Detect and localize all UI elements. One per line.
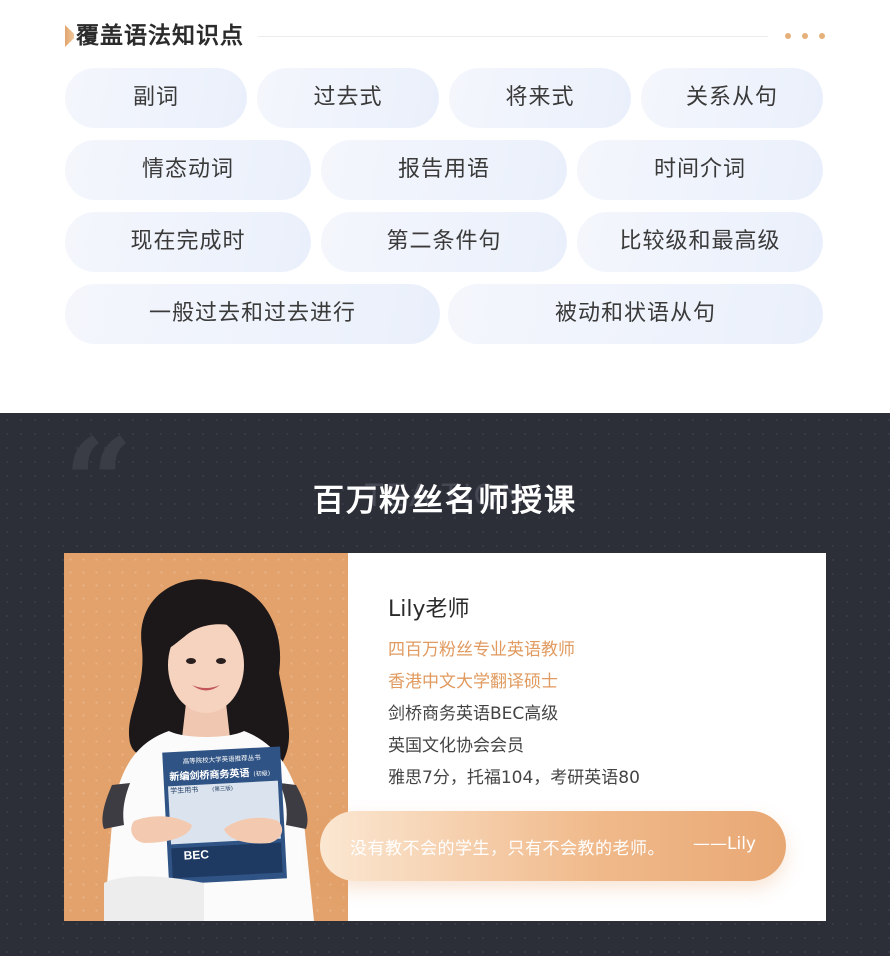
grammar-tag[interactable]: 现在完成时 <box>65 212 311 272</box>
teacher-credential: 英国文化协会会员 <box>388 736 524 756</box>
grammar-tag[interactable]: 将来式 <box>449 68 631 128</box>
teacher-highlight: 四百万粉丝专业英语教师 <box>388 640 575 660</box>
book-badge: BEC <box>183 847 209 862</box>
grammar-section: 覆盖语法知识点 副词 过去式 将来式 关系从句 情态动词 报告用语 时间介词 现… <box>0 0 890 413</box>
teacher-credential: 剑桥商务英语BEC高级 <box>388 704 559 724</box>
section-marker-icon <box>65 25 74 47</box>
section-header: 覆盖语法知识点 <box>65 22 825 50</box>
grammar-tag[interactable]: 过去式 <box>257 68 439 128</box>
section-divider <box>258 36 768 37</box>
book-level: (初级) <box>253 769 270 778</box>
teacher-name: Lily老师 <box>388 597 470 622</box>
grammar-tag[interactable]: 第二条件句 <box>321 212 567 272</box>
teacher-credential: 雅思7分，托福104，考研英语80 <box>388 768 640 788</box>
teacher-section-title: 百万粉丝名师授课 <box>313 483 577 519</box>
grammar-tag[interactable]: 关系从句 <box>641 68 823 128</box>
grammar-tag[interactable]: 被动和状语从句 <box>448 284 823 344</box>
grammar-tag[interactable]: 比较级和最高级 <box>577 212 823 272</box>
motto-author: ——Lily <box>693 834 756 854</box>
grammar-tag[interactable]: 时间介词 <box>577 140 823 200</box>
more-dots-icon <box>785 33 825 39</box>
teacher-card: 高等院校大学英语推荐丛书 新编剑桥商务英语 (初级) 学生用书 (第三版) BE… <box>64 553 826 921</box>
teacher-portrait-illustration: 高等院校大学英语推荐丛书 新编剑桥商务英语 (初级) 学生用书 (第三版) BE… <box>102 579 314 921</box>
teacher-highlight: 香港中文大学翻译硕士 <box>388 672 558 692</box>
grammar-tag[interactable]: 报告用语 <box>321 140 567 200</box>
motto-text: 没有教不会的学生，只有不会教的老师。 <box>350 839 665 859</box>
grammar-tag[interactable]: 情态动词 <box>65 140 311 200</box>
grammar-tag[interactable]: 一般过去和过去进行 <box>65 284 440 344</box>
section-title: 覆盖语法知识点 <box>76 23 244 49</box>
teacher-motto-banner: 没有教不会的学生，只有不会教的老师。 ——Lily <box>320 811 786 881</box>
teacher-section: “ TEA TION 百万粉丝名师授课 高等院校大学英语推荐丛书 新编剑桥商务英… <box>0 413 890 956</box>
teacher-photo: 高等院校大学英语推荐丛书 新编剑桥商务英语 (初级) 学生用书 (第三版) BE… <box>64 553 348 921</box>
grammar-tag[interactable]: 副词 <box>65 68 247 128</box>
book-subtitle: 学生用书 <box>170 785 198 795</box>
